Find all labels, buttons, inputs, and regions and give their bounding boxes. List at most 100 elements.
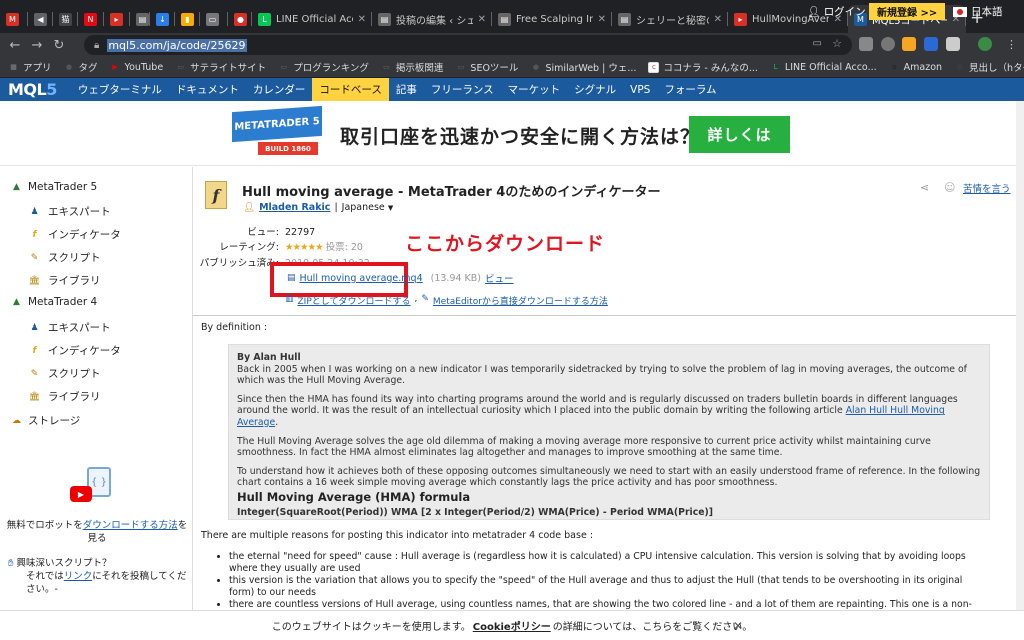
nav-item[interactable]: VPS xyxy=(623,78,657,101)
bookmark-item[interactable]: ● SimilarWeb | ウェ... xyxy=(530,60,637,74)
quote-paragraph-3: The Hull Moving Average solves the age o… xyxy=(237,435,931,459)
browser-tab[interactable]: ▮ xyxy=(175,5,200,33)
published-label: パブリッシュ済み: xyxy=(199,258,279,269)
address-bar[interactable]: 🔒︎ mql5.com/ja/code/25629 ▭ ☆ xyxy=(84,35,852,55)
promo-link[interactable]: ダウンロードする方法 xyxy=(83,520,178,531)
language-selector[interactable]: 日本語 xyxy=(953,4,1003,19)
bookmark-item[interactable]: a Amazon xyxy=(889,62,942,73)
nav-item[interactable]: ウェブターミナル xyxy=(71,78,169,101)
bookmark-item[interactable]: ▭ サテライトサイト xyxy=(175,60,266,74)
sidebar-group-mt5[interactable]: ▲ MetaTrader 5 xyxy=(11,181,97,193)
sidebar-item-mt5-indicators[interactable]: f インディケータ xyxy=(29,227,121,242)
bookmark-item[interactable]: ▭ 掲示板関連 xyxy=(381,60,443,74)
bookmark-item[interactable]: c ココナラ - みんなの... xyxy=(648,60,758,74)
sidebar-item-mt4-scripts[interactable]: ✎ スクリプト xyxy=(29,366,101,381)
cast-icon[interactable]: ▭ xyxy=(813,38,822,49)
menu-icon[interactable]: ⋮ xyxy=(1006,38,1017,51)
browser-tab[interactable]: ▭ xyxy=(200,5,228,33)
browser-tab[interactable]: ● xyxy=(228,5,252,33)
browser-tab[interactable]: ▤ Free Scalping Ind ✕ xyxy=(492,5,612,33)
tab-close-icon[interactable]: ✕ xyxy=(598,14,606,25)
browser-tab[interactable]: M xyxy=(0,5,28,33)
view-link[interactable]: ビュー xyxy=(485,271,514,285)
tab-close-icon[interactable]: ✕ xyxy=(478,14,486,25)
nav-item[interactable]: シグナル xyxy=(567,78,623,101)
sidebar-item-mt4-libraries[interactable]: 🏛︎ ライブラリ xyxy=(29,389,101,404)
banner-details-button[interactable]: 詳しくは xyxy=(689,116,790,153)
interest-link[interactable]: リンク xyxy=(64,571,93,582)
sidebar-storage[interactable]: ☁ ストレージ xyxy=(11,413,80,428)
ad-banner[interactable]: METATRADER 5 BUILD 1860 取引口座を迅速かつ安全に開く方法… xyxy=(0,101,1024,166)
rating-stars[interactable]: ★★★★★ xyxy=(285,242,324,253)
youtube-play-icon[interactable]: ▶ xyxy=(70,486,92,502)
download-annotation: ここからダウンロード xyxy=(405,233,606,255)
item-label: ライブラリ xyxy=(48,275,101,287)
extension-icon-1[interactable] xyxy=(859,37,873,51)
tab-close-icon[interactable]: ✕ xyxy=(358,14,366,25)
register-button[interactable]: 新規登録 >> xyxy=(869,3,946,20)
sidebar-group-mt4[interactable]: ▲ MetaTrader 4 xyxy=(11,296,97,308)
complain-link[interactable]: 苦情を言う xyxy=(963,181,1011,195)
library-icon: 🏛︎ xyxy=(28,391,41,402)
language-value: Japanese xyxy=(341,202,385,213)
tab-close-icon[interactable]: ✕ xyxy=(714,14,722,25)
extension-icon-2[interactable] xyxy=(881,37,895,51)
extension-icon-3[interactable] xyxy=(902,37,916,51)
bookmark-item[interactable]: ▭ SEOツール xyxy=(455,60,519,74)
nav-item[interactable]: フリーランス xyxy=(424,78,501,101)
main-content: f Hull moving average - MetaTrader 4のための… xyxy=(193,167,1024,617)
sidebar-item-mt4-experts[interactable]: ♟ エキスパート xyxy=(29,320,110,335)
bookmark-item[interactable]: ● タグ xyxy=(64,60,98,74)
nav-item[interactable]: ドキュメント xyxy=(169,78,246,101)
browser-tab[interactable]: 猫 xyxy=(53,5,78,33)
profile-avatar[interactable] xyxy=(978,37,992,51)
browser-tab[interactable]: L LINE Official Acco ✕ xyxy=(252,5,372,33)
views-row: ビュー: 22797 xyxy=(193,224,315,238)
zip-download-link[interactable]: ZIPとしてダウンロードする xyxy=(298,294,411,307)
file-download-link[interactable]: Hull moving average.mq4 xyxy=(300,273,423,284)
close-icon[interactable]: ✕ xyxy=(733,619,743,633)
browser-tab[interactable]: ▤ シェリーと秘密の ✕ xyxy=(612,5,728,33)
author-link[interactable]: Mladen Rakic xyxy=(259,202,330,213)
sidebar-item-mt4-indicators[interactable]: f インディケータ xyxy=(29,343,121,358)
nav-item[interactable]: 記事 xyxy=(389,78,424,101)
bookmark-item[interactable]: L LINE Official Acco... xyxy=(770,62,876,73)
sidebar-item-mt5-scripts[interactable]: ✎ スクリプト xyxy=(29,250,101,265)
bookmark-item[interactable]: ▦ アプリ xyxy=(8,60,51,74)
browser-tab[interactable]: ▤ xyxy=(130,5,150,33)
bookmark-item[interactable]: ▶ YouTube xyxy=(110,62,163,73)
browser-tab[interactable]: ◀ xyxy=(28,5,53,33)
login-link[interactable]: 👤︎ ログイン xyxy=(807,4,866,19)
bookmark-star-icon[interactable]: ☆ xyxy=(832,37,842,50)
nav-item[interactable]: コードベース xyxy=(312,78,389,101)
sidebar-item-mt5-libraries[interactable]: 🏛︎ ライブラリ xyxy=(29,273,101,288)
forward-icon[interactable]: → xyxy=(26,38,48,53)
reasons-list: the eternal "need for speed" cause : Hul… xyxy=(229,551,989,617)
reload-icon[interactable]: ↻ xyxy=(48,38,70,53)
browser-tab[interactable]: N xyxy=(78,5,104,33)
metaeditor-link[interactable]: MetaEditorから直接ダウンロードする方法 xyxy=(433,294,608,307)
sidebar-item-mt5-experts[interactable]: ♟ エキスパート xyxy=(29,204,110,219)
tab-favicon-icon: N xyxy=(84,12,97,26)
quote-block: By Alan Hull Back in 2005 when I was wor… xyxy=(228,344,990,520)
separator: , xyxy=(414,294,418,304)
bookmark-item[interactable]: ▭ プログランキング xyxy=(278,60,369,74)
back-icon[interactable]: ← xyxy=(4,38,26,53)
nav-item[interactable]: マーケット xyxy=(501,78,568,101)
language-dropdown[interactable]: Japanese ▼ xyxy=(342,202,394,213)
bookmark-item[interactable]: ◍ 見出し（hタグ）抽... xyxy=(954,60,1024,74)
cookie-policy-link[interactable]: Cookieポリシー xyxy=(473,618,551,633)
nav-item[interactable]: カレンダー xyxy=(246,78,313,101)
page-scrollbar[interactable] xyxy=(1016,101,1024,610)
file-icon: ▤ xyxy=(287,273,296,283)
extension-icon-4[interactable] xyxy=(924,37,938,51)
browser-tab[interactable]: ▤ 投稿の編集 ‹ シェリ ✕ xyxy=(372,5,492,33)
quote-paragraph-1: Back in 2005 when I was working on a new… xyxy=(237,363,967,387)
mql5-logo[interactable]: MQL5 xyxy=(8,80,57,99)
browser-tab[interactable]: ▸ xyxy=(104,5,130,33)
share-icon[interactable]: ⋖ xyxy=(920,181,929,194)
browser-tab[interactable]: ↓ xyxy=(150,5,175,33)
extension-icon-5[interactable] xyxy=(946,37,960,51)
cookie-notice: このウェブサイトはクッキーを使用します。 Cookieポリシー の詳細については、こ… xyxy=(0,610,1024,640)
nav-item[interactable]: フォーラム xyxy=(657,78,723,101)
